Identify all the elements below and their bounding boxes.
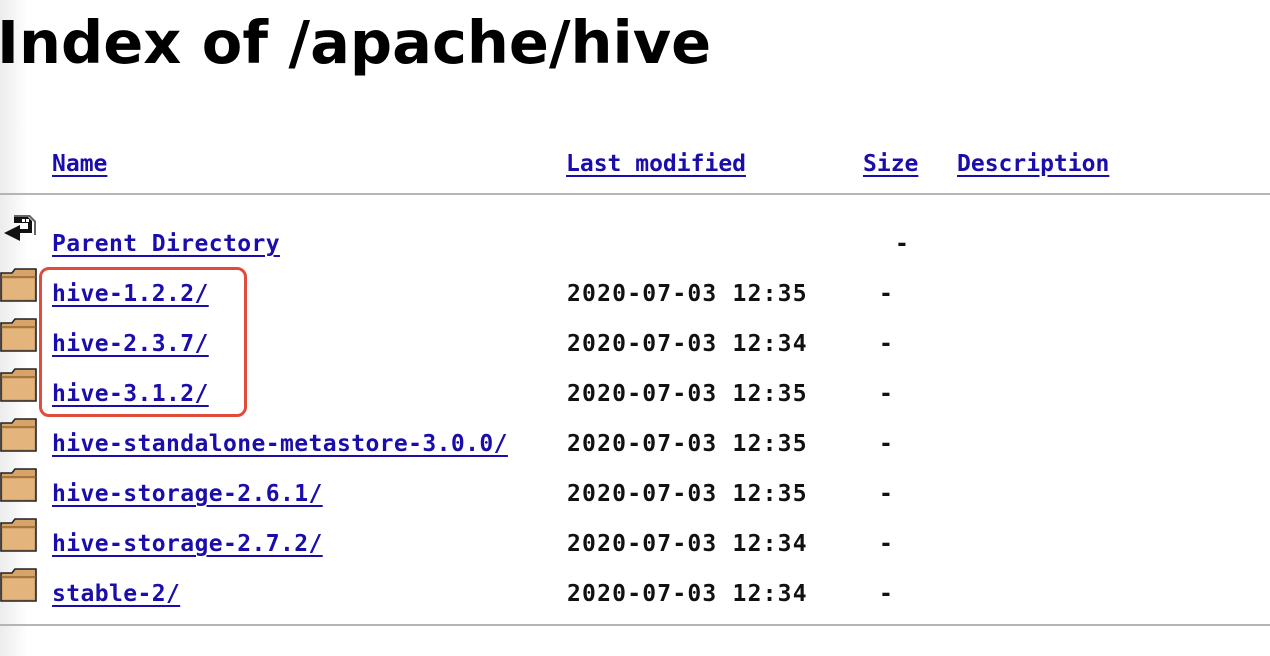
last-modified: 2020-07-03 12:35 (567, 431, 808, 457)
size: - (879, 381, 893, 407)
last-modified: 2020-07-03 12:34 (567, 331, 808, 357)
size: - (879, 581, 893, 607)
last-modified: 2020-07-03 12:35 (567, 281, 808, 307)
folder-icon (0, 317, 38, 357)
page-title: Index of /apache/hive (0, 8, 712, 77)
folder-icon (0, 267, 38, 307)
size: - (879, 431, 893, 457)
parent-size: - (895, 231, 909, 257)
last-modified: 2020-07-03 12:35 (567, 481, 808, 507)
size: - (879, 481, 893, 507)
last-modified: 2020-07-03 12:35 (567, 381, 808, 407)
directory-link[interactable]: hive-storage-2.7.2/ (52, 531, 323, 557)
back-arrow-icon (0, 211, 40, 259)
parent-directory-link[interactable]: Parent Directory (52, 231, 280, 257)
highlight-box (39, 267, 247, 417)
folder-icon (0, 367, 38, 407)
directory-link[interactable]: hive-standalone-metastore-3.0.0/ (52, 431, 508, 457)
size: - (879, 281, 893, 307)
footer-divider (0, 624, 1270, 626)
size: - (879, 331, 893, 357)
column-header-size[interactable]: Size (863, 151, 918, 177)
column-header-name[interactable]: Name (52, 151, 107, 177)
header-divider (0, 193, 1270, 195)
directory-link[interactable]: stable-2/ (52, 581, 180, 607)
column-header-description[interactable]: Description (957, 151, 1109, 177)
folder-icon (0, 567, 38, 607)
folder-icon (0, 517, 38, 557)
last-modified: 2020-07-03 12:34 (567, 581, 808, 607)
folder-icon (0, 467, 38, 507)
last-modified: 2020-07-03 12:34 (567, 531, 808, 557)
column-header-last-modified[interactable]: Last modified (566, 151, 746, 177)
size: - (879, 531, 893, 557)
directory-link[interactable]: hive-storage-2.6.1/ (52, 481, 323, 507)
folder-icon (0, 417, 38, 457)
